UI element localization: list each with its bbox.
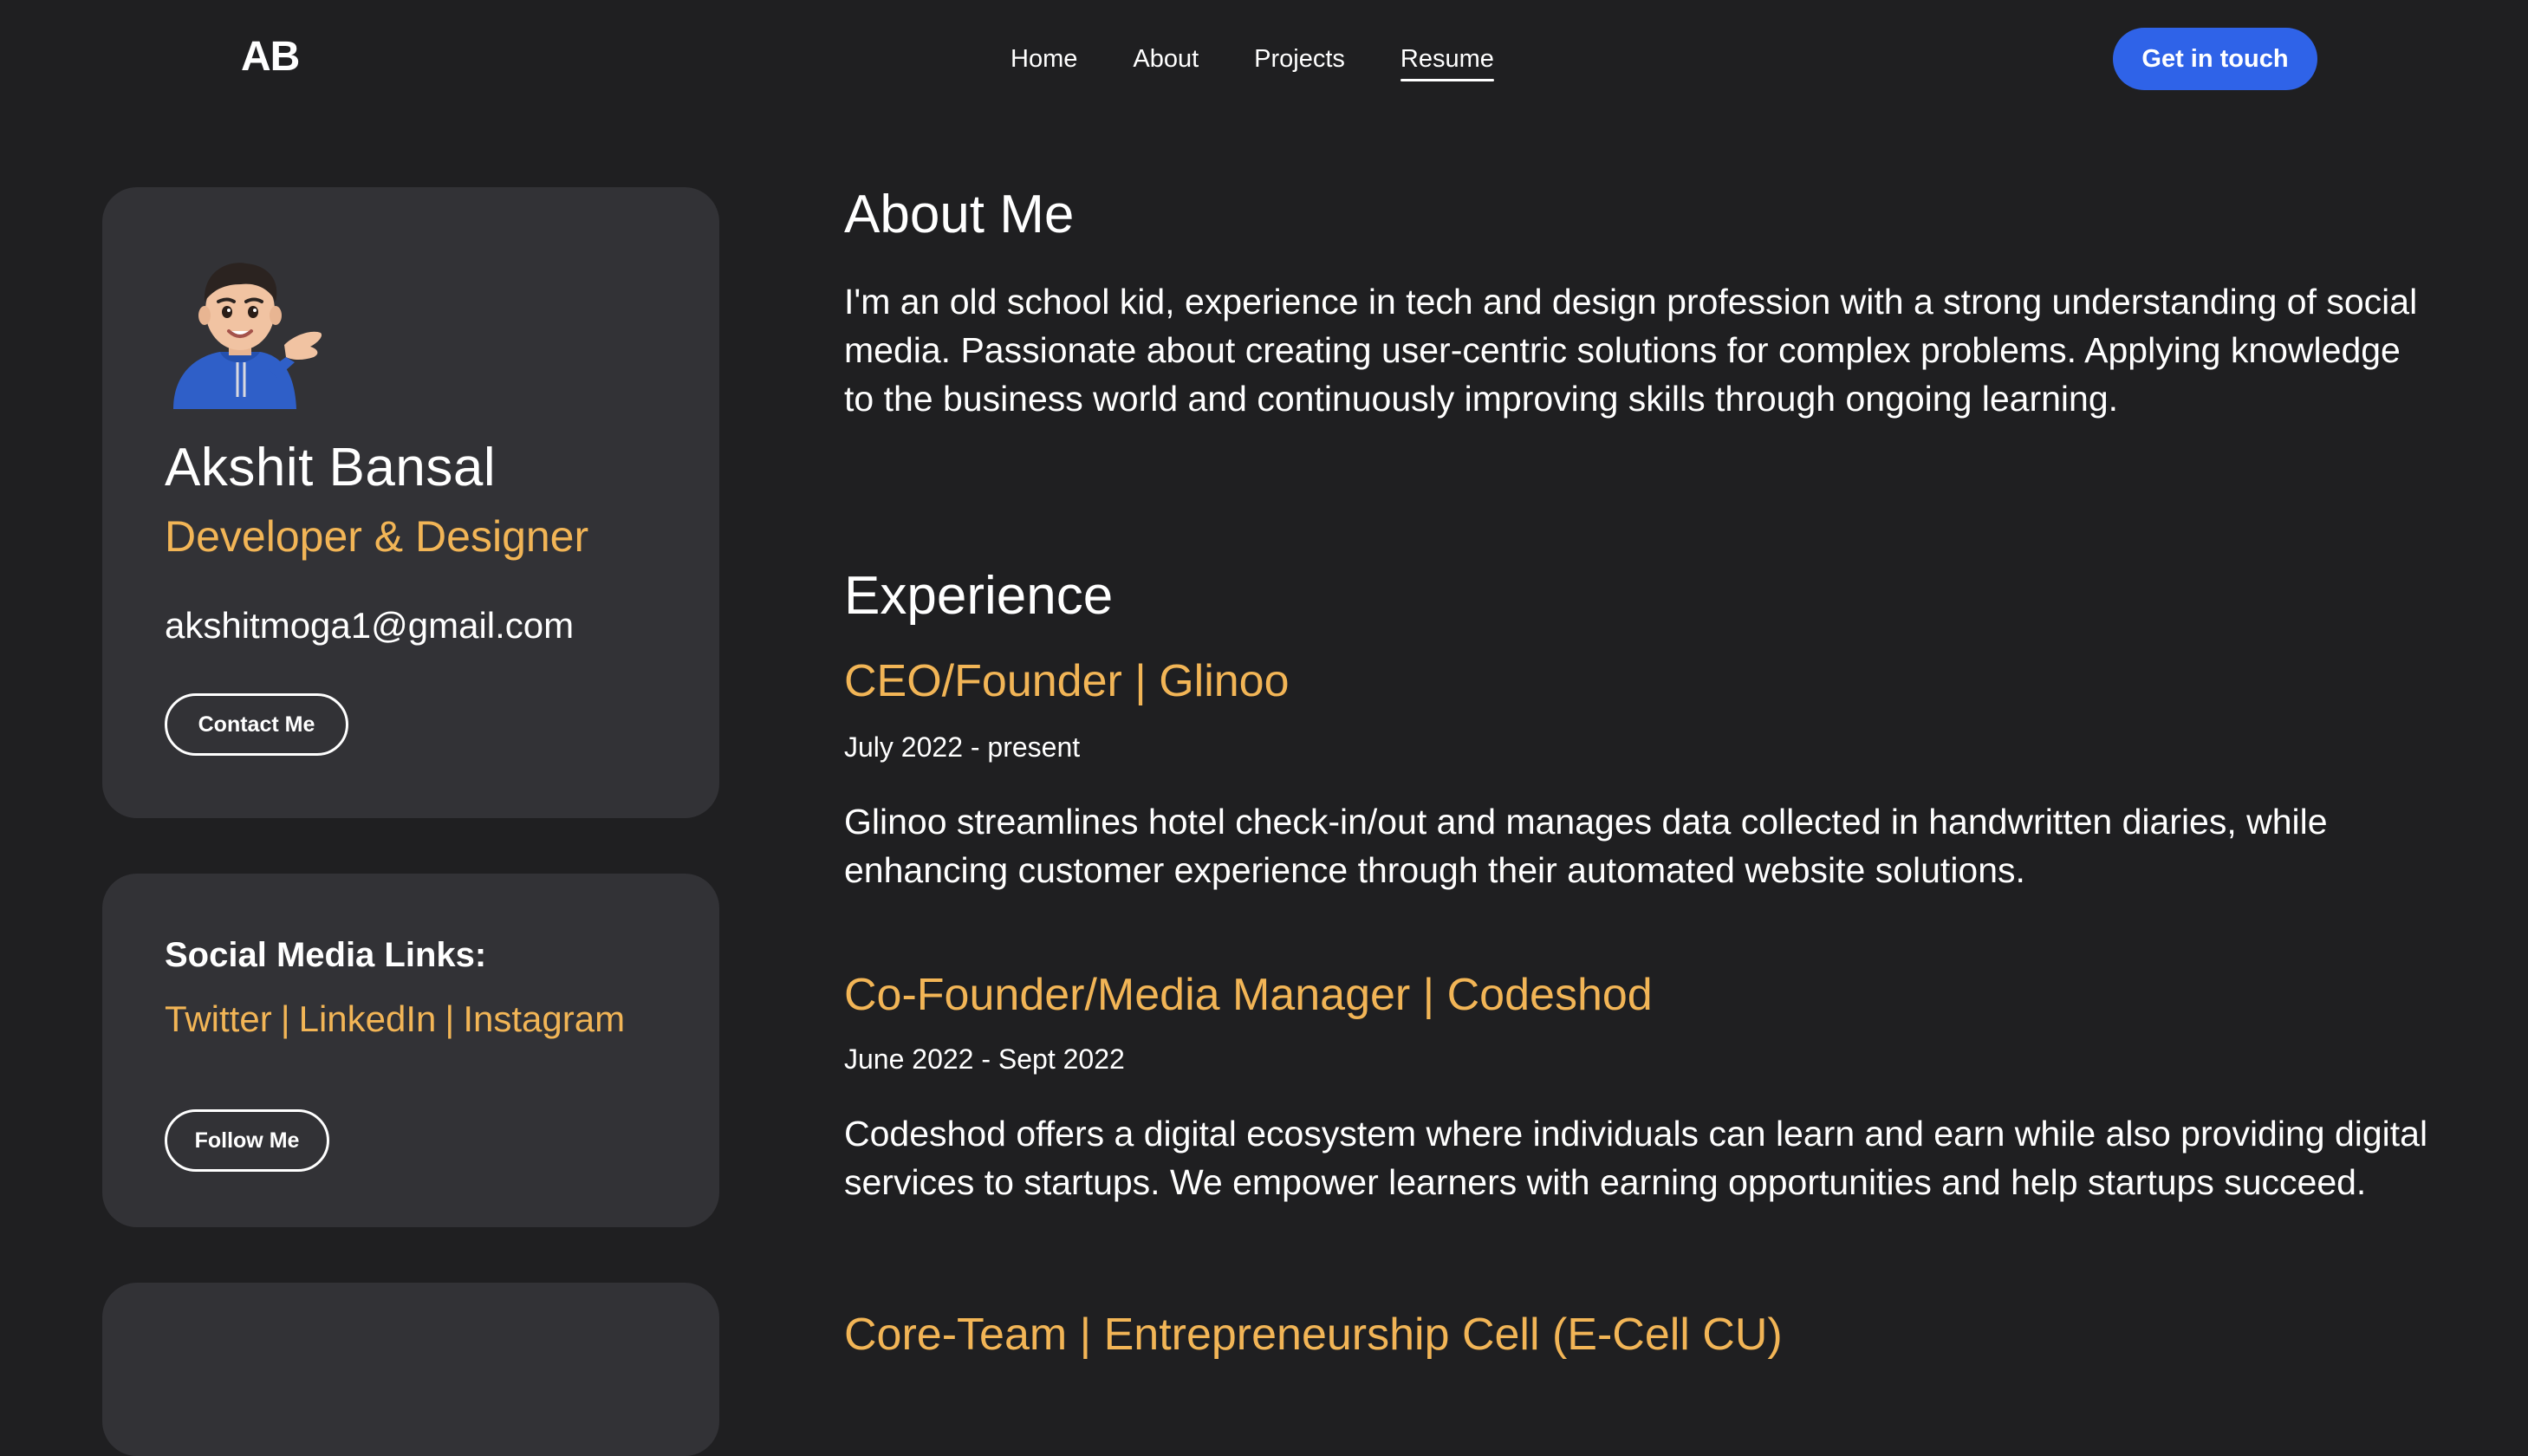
job-date: July 2022 - present — [844, 731, 1081, 763]
job-description: Glinoo streamlines hotel check-in/out an… — [844, 802, 2328, 890]
nav-link-about[interactable]: About — [1133, 42, 1199, 76]
linkedin-link[interactable]: LinkedIn — [299, 998, 437, 1039]
nav-links: Home About Projects Resume — [1011, 42, 1494, 81]
top-navbar: AB Home About Projects Resume Get in tou… — [0, 0, 2528, 116]
profile-role: Developer & Designer — [165, 512, 589, 561]
job-title: Core-Team | Entrepreneurship Cell (E-Cel… — [844, 1310, 1783, 1360]
job-date: June 2022 - Sept 2022 — [844, 1043, 1125, 1075]
profile-card: Akshit Bansal Developer & Designer akshi… — [102, 187, 719, 818]
about-heading: About Me — [844, 185, 1075, 244]
twitter-link[interactable]: Twitter — [165, 998, 272, 1039]
instagram-link[interactable]: Instagram — [463, 998, 625, 1039]
social-links: Twitter | LinkedIn | Instagram — [165, 998, 625, 1040]
get-in-touch-button[interactable]: Get in touch — [2113, 28, 2317, 90]
profile-name: Akshit Bansal — [165, 438, 497, 497]
memoji-avatar-icon — [173, 263, 322, 409]
about-text: I'm an old school kid, experience in tec… — [844, 282, 2418, 419]
nav-link-resume[interactable]: Resume — [1400, 42, 1494, 81]
separator: | — [445, 998, 455, 1039]
site-logo[interactable]: AB — [241, 33, 300, 81]
job-description: Codeshod offers a digital ecosystem wher… — [844, 1114, 2428, 1202]
social-title: Social Media Links: — [165, 936, 487, 974]
follow-me-button[interactable]: Follow Me — [165, 1109, 329, 1172]
extra-card — [102, 1283, 719, 1456]
nav-link-projects[interactable]: Projects — [1254, 42, 1345, 76]
contact-me-button[interactable]: Contact Me — [165, 693, 348, 756]
nav-link-home[interactable]: Home — [1011, 42, 1077, 76]
experience-heading: Experience — [844, 566, 1114, 626]
profile-email[interactable]: akshitmoga1@gmail.com — [165, 605, 574, 647]
social-card: Social Media Links: Twitter | LinkedIn | Ins… — [102, 874, 719, 1227]
job-title: CEO/Founder | Glinoo — [844, 656, 1290, 706]
job-title: Co-Founder/Media Manager | Codeshod — [844, 970, 1653, 1020]
separator: | — [280, 998, 290, 1039]
